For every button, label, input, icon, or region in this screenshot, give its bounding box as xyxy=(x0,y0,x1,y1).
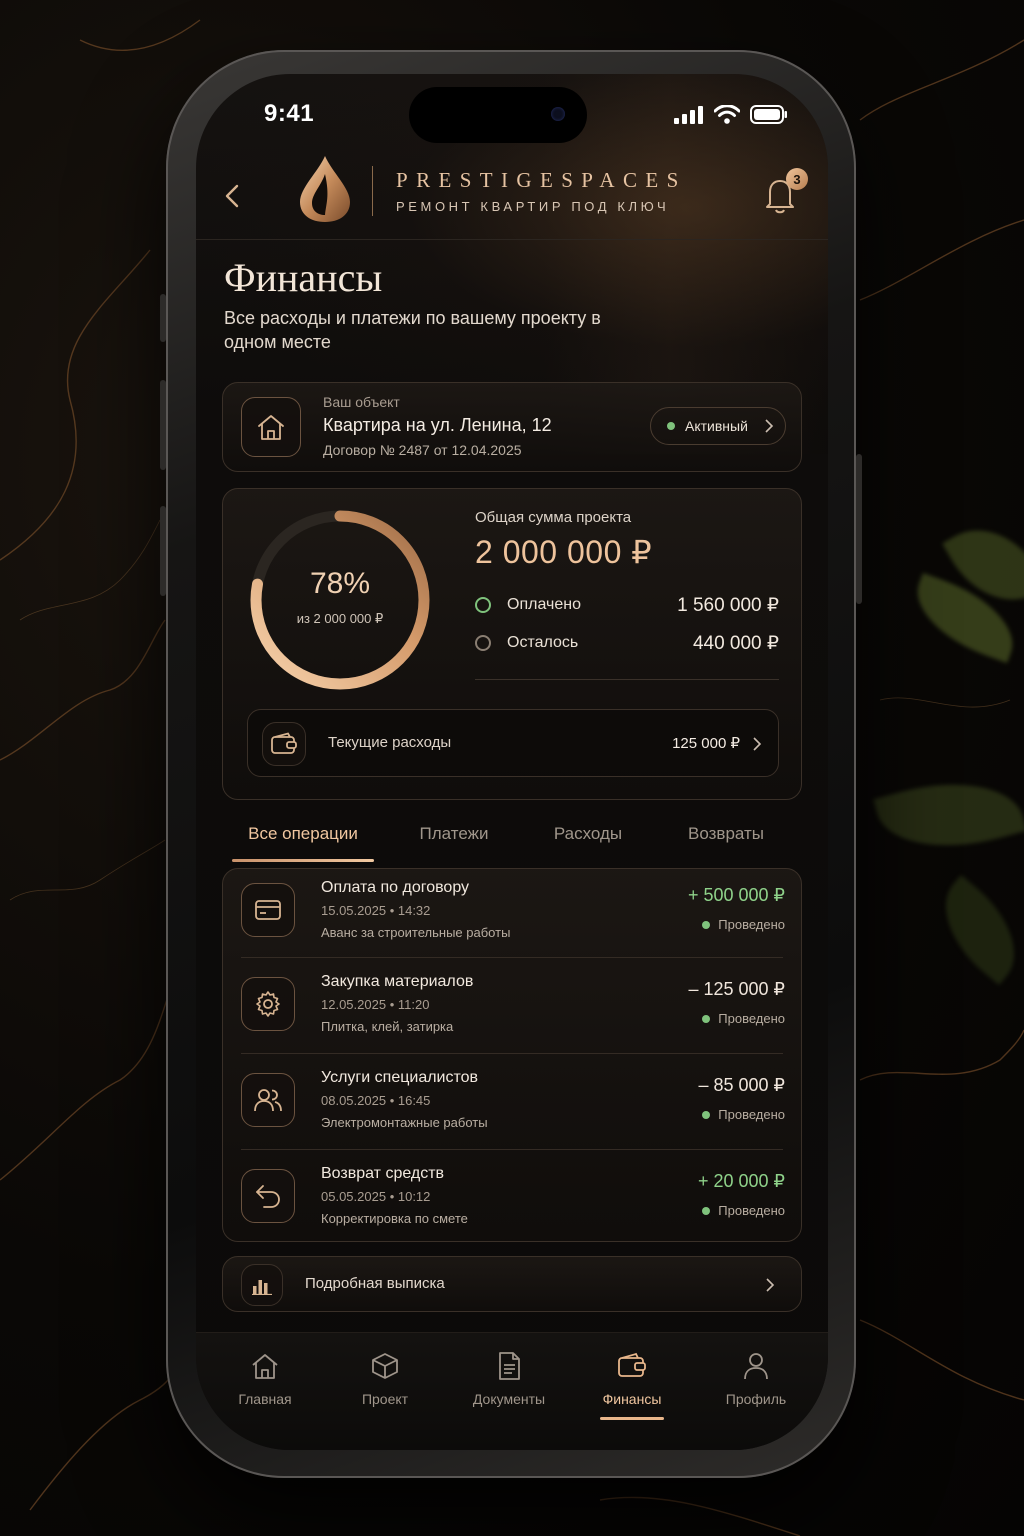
chevron-right-icon xyxy=(753,737,762,751)
operation-amount: + 500 000 ₽ xyxy=(687,885,785,905)
tab-all[interactable]: Все операции xyxy=(222,824,384,844)
list-item[interactable]: Оплата по договору 15.05.2025 • 14:32 Ав… xyxy=(223,869,803,963)
summary-divider xyxy=(475,679,779,680)
nav-finance[interactable]: Финансы xyxy=(577,1351,687,1407)
operation-description: Аванс за строительные работы xyxy=(321,925,511,940)
operation-amount: – 85 000 ₽ xyxy=(698,1075,785,1095)
wallet-icon xyxy=(262,722,306,766)
current-expenses-label: Текущие расходы xyxy=(328,734,452,751)
status-label: Активный xyxy=(685,418,748,434)
operations-tabs: Все операции Платежи Расходы Возвраты xyxy=(222,814,802,862)
active-nav-indicator xyxy=(600,1417,664,1420)
document-icon xyxy=(499,1352,520,1380)
operation-title: Закупка материалов xyxy=(321,973,474,990)
status-dot xyxy=(667,422,675,430)
wifi-icon xyxy=(714,105,740,124)
operation-status: Проведено xyxy=(702,917,785,932)
tab-payments[interactable]: Платежи xyxy=(392,824,516,844)
status-icons xyxy=(674,105,788,124)
home-icon xyxy=(241,397,301,457)
page-subtitle: Все расходы и платежи по вашему проекту … xyxy=(224,308,601,352)
battery-icon xyxy=(750,105,787,124)
user-icon xyxy=(744,1353,768,1380)
tab-expenses[interactable]: Расходы xyxy=(526,824,650,844)
chevron-right-icon xyxy=(766,1278,775,1292)
bar-chart-icon xyxy=(241,1264,283,1306)
object-contract: Договор № 2487 от 12.04.2025 xyxy=(323,442,522,458)
status-time: 9:41 xyxy=(264,100,315,127)
divider xyxy=(241,1053,783,1054)
operation-description: Плитка, клей, затирка xyxy=(321,1019,454,1034)
object-name: Квартира на ул. Ленина, 12 xyxy=(323,415,552,435)
progress-of-total: из 2 000 000 ₽ xyxy=(296,611,384,626)
operation-status: Проведено xyxy=(702,1011,785,1026)
nav-home[interactable]: Главная xyxy=(210,1351,320,1407)
detailed-statement-button[interactable]: Подробная выписка xyxy=(222,1256,802,1312)
gear-icon xyxy=(241,977,295,1031)
status-badge[interactable]: Активный xyxy=(650,407,786,445)
operation-status: Проведено xyxy=(702,1203,785,1218)
nav-profile[interactable]: Профиль xyxy=(701,1351,811,1407)
statement-label: Подробная выписка xyxy=(305,1275,445,1292)
operation-date: 08.05.2025 • 16:45 xyxy=(321,1093,431,1108)
divider xyxy=(241,957,783,958)
bottom-nav: Главная Проект Документы Финансы Профиль xyxy=(196,1332,828,1450)
brand-tagline: РЕМОНТ КВАРТИР ПОД КЛЮЧ xyxy=(396,199,670,214)
list-item[interactable]: Возврат средств 05.05.2025 • 10:12 Корре… xyxy=(223,1155,803,1249)
chevron-right-icon xyxy=(765,419,774,433)
signal-icon xyxy=(674,105,703,124)
back-arrow-icon[interactable] xyxy=(220,180,246,212)
cube-icon xyxy=(372,1353,398,1379)
operation-date: 15.05.2025 • 14:32 xyxy=(321,903,431,918)
page-title: Финансы xyxy=(224,255,383,300)
logo-divider xyxy=(372,166,373,216)
paid-row: Оплачено 1 560 000 ₽ xyxy=(475,593,779,617)
current-expenses-amount: 125 000 ₽ xyxy=(672,735,740,752)
card-icon xyxy=(241,883,295,937)
return-icon xyxy=(241,1169,295,1223)
notification-badge: 3 xyxy=(786,168,808,190)
left-amount: 440 000 ₽ xyxy=(692,632,779,654)
paid-label: Оплачено xyxy=(507,596,581,613)
users-icon xyxy=(241,1073,295,1127)
operation-amount: + 20 000 ₽ xyxy=(697,1171,785,1191)
operation-status: Проведено xyxy=(702,1107,785,1122)
operation-date: 12.05.2025 • 11:20 xyxy=(321,997,430,1012)
active-tab-indicator xyxy=(232,859,374,862)
current-expenses-button[interactable]: Текущие расходы 125 000 ₽ xyxy=(247,709,779,777)
brand-name: PRESTIGESPACES xyxy=(396,168,687,192)
nav-project[interactable]: Проект xyxy=(330,1351,440,1407)
app-header: PRESTIGESPACES РЕМОНТ КВАРТИР ПОД КЛЮЧ 3 xyxy=(196,154,828,240)
nav-documents[interactable]: Документы xyxy=(454,1351,564,1407)
left-row: Осталось 440 000 ₽ xyxy=(475,631,779,655)
left-label: Осталось xyxy=(507,634,579,651)
operation-title: Оплата по договору xyxy=(321,879,470,896)
left-indicator xyxy=(475,635,491,651)
operation-amount: – 125 000 ₽ xyxy=(688,979,785,999)
list-item[interactable]: Закупка материалов 12.05.2025 • 11:20 Пл… xyxy=(223,963,803,1057)
divider xyxy=(241,1149,783,1150)
home-icon xyxy=(252,1354,278,1379)
total-amount: 2 000 000 ₽ xyxy=(475,534,653,570)
paid-indicator xyxy=(475,597,491,613)
object-card[interactable]: Ваш объект Квартира на ул. Ленина, 12 До… xyxy=(222,382,802,472)
progress-percent: 78% xyxy=(309,567,371,600)
object-label: Ваш объект xyxy=(323,394,400,410)
operation-title: Возврат средств xyxy=(321,1165,445,1182)
operation-description: Электромонтажные работы xyxy=(321,1115,488,1130)
total-label: Общая сумма проекта xyxy=(475,509,632,526)
operations-list: Оплата по договору 15.05.2025 • 14:32 Ав… xyxy=(222,868,802,1242)
list-item[interactable]: Услуги специалистов 08.05.2025 • 16:45 Э… xyxy=(223,1059,803,1153)
operation-description: Корректировка по смете xyxy=(321,1211,468,1226)
wallet-icon xyxy=(618,1352,646,1377)
app-screen: 9:41 PRESTIGESPACES РЕМОНТ КВАРТИР ПОД К… xyxy=(196,74,828,1450)
dynamic-island xyxy=(409,87,587,143)
operation-title: Услуги специалистов xyxy=(321,1069,479,1086)
operation-date: 05.05.2025 • 10:12 xyxy=(321,1189,431,1204)
paid-amount: 1 560 000 ₽ xyxy=(677,594,779,616)
summary-card: 78% из 2 000 000 ₽ Общая сумма проекта 2… xyxy=(222,488,802,800)
drop-logo-icon xyxy=(300,156,350,222)
tab-refunds[interactable]: Возвраты xyxy=(664,824,788,844)
